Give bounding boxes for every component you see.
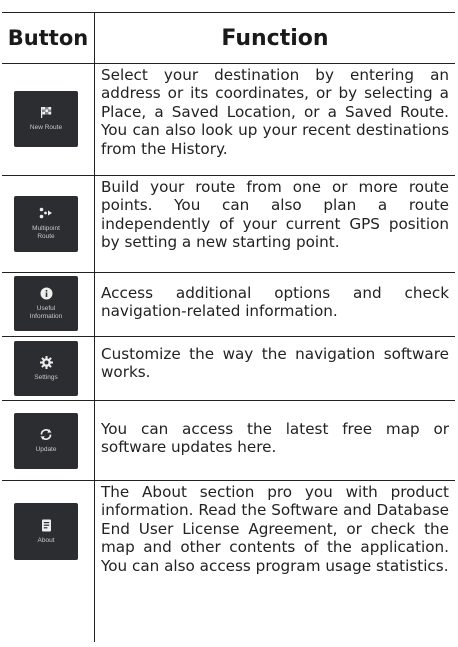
info-icon [40, 287, 53, 300]
button-cell: About [2, 481, 95, 642]
function-text: You can access the latest free map or so… [101, 420, 449, 457]
button-label: Settings [34, 373, 58, 381]
function-text: Access additional options and check navi… [101, 284, 449, 321]
button-label: Update [35, 446, 57, 453]
table-row: Multipoint Route Build your route from o… [2, 176, 455, 273]
flag-icon [40, 106, 52, 119]
table-row: Settings Customize the way the navigatio… [2, 337, 455, 401]
function-text: The About section pro you with product i… [101, 483, 449, 575]
document-icon [41, 519, 52, 532]
about-button: About [14, 503, 78, 560]
header-function: Function [221, 25, 329, 51]
table-row: New Route Select your destination by ent… [2, 64, 455, 176]
button-function-table: Button Function New Route Select your de… [2, 12, 455, 642]
update-button: Update [14, 413, 78, 469]
table-row: Update You can access the latest free ma… [2, 401, 455, 481]
table-row: Useful Information Access additional opt… [2, 273, 455, 337]
refresh-icon [39, 428, 53, 441]
header-button: Button [2, 13, 95, 63]
button-cell: Useful Information [2, 273, 95, 336]
table-row: About The About section pro you with pro… [2, 481, 455, 642]
button-cell: Multipoint Route [2, 176, 95, 272]
function-text: Customize the way the navigation softwar… [101, 345, 449, 382]
useful-information-button: Useful Information [14, 276, 78, 331]
button-cell: New Route [2, 64, 95, 175]
settings-button: Settings [14, 341, 78, 396]
multipoint-route-icon [39, 207, 53, 220]
button-label: New Route [29, 124, 63, 131]
new-route-button: New Route [14, 91, 78, 147]
function-text: Build your route from one or more route … [101, 178, 449, 252]
function-text: Select your destination by entering an a… [101, 66, 449, 158]
button-label: About [37, 536, 55, 544]
button-label: Useful Information [29, 304, 63, 320]
button-cell: Settings [2, 337, 95, 400]
button-cell: Update [2, 401, 95, 480]
gear-icon [39, 355, 53, 369]
button-label: Multipoint Route [32, 225, 60, 240]
table-header: Button Function [2, 12, 455, 64]
multipoint-route-button: Multipoint Route [14, 196, 78, 252]
